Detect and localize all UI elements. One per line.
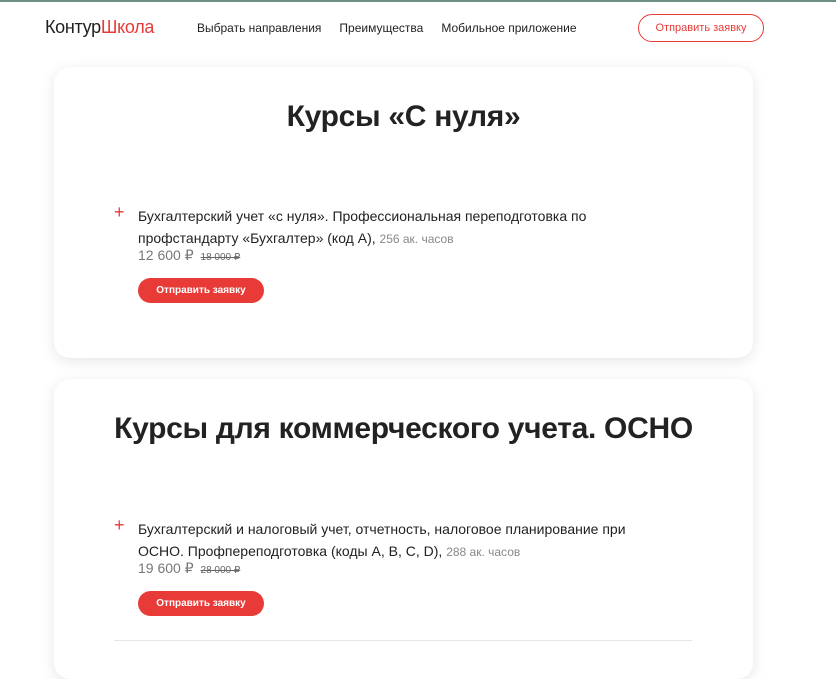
course-price: 19 600 ₽ xyxy=(138,560,194,576)
course-title[interactable]: Бухгалтерский учет «с нуля». Профессиона… xyxy=(138,205,638,250)
course-hours: 288 ак. часов xyxy=(446,545,521,559)
logo[interactable]: КонтурШкола xyxy=(45,17,154,38)
plus-icon[interactable]: + xyxy=(114,203,125,221)
header-submit-request-button[interactable]: Отправить заявку xyxy=(638,14,764,42)
section-title: Курсы «С нуля» xyxy=(286,100,521,133)
course-divider xyxy=(114,640,692,641)
nav-item-directions[interactable]: Выбрать направления xyxy=(197,21,321,35)
logo-part-kontur: Контур xyxy=(45,17,101,37)
main-nav: Выбрать направления Преимущества Мобильн… xyxy=(197,21,577,35)
nav-item-mobile-app[interactable]: Мобильное приложение xyxy=(441,21,576,35)
section-card-from-scratch: Курсы «С нуля» + Бухгалтерский учет «с н… xyxy=(54,67,753,358)
logo-part-shkola: Школа xyxy=(100,17,155,37)
course-title-text: Бухгалтерский и налоговый учет, отчетнос… xyxy=(138,521,626,559)
course-submit-request-button[interactable]: Отправить заявку xyxy=(138,591,264,616)
course-title-text: Бухгалтерский учет «с нуля». Профессиона… xyxy=(138,208,587,246)
site-header: КонтурШкола Выбрать направления Преимуще… xyxy=(0,2,836,54)
course-price: 12 600 ₽ xyxy=(138,247,194,263)
section-title: Курсы для коммерческого учета. ОСНО xyxy=(114,412,693,445)
course-old-price: 28 000 ₽ xyxy=(200,565,241,576)
plus-icon[interactable]: + xyxy=(114,516,125,534)
course-hours: 256 ак. часов xyxy=(379,232,454,246)
course-price-row: 19 600 ₽ 28 000 ₽ xyxy=(138,560,240,577)
section-card-commercial-osno: Курсы для коммерческого учета. ОСНО + Бу… xyxy=(54,379,753,679)
course-submit-request-button[interactable]: Отправить заявку xyxy=(138,278,264,303)
course-title[interactable]: Бухгалтерский и налоговый учет, отчетнос… xyxy=(138,518,638,563)
course-price-row: 12 600 ₽ 18 000 ₽ xyxy=(138,247,240,264)
course-old-price: 18 000 ₽ xyxy=(200,252,241,263)
nav-item-advantages[interactable]: Преимущества xyxy=(339,21,423,35)
